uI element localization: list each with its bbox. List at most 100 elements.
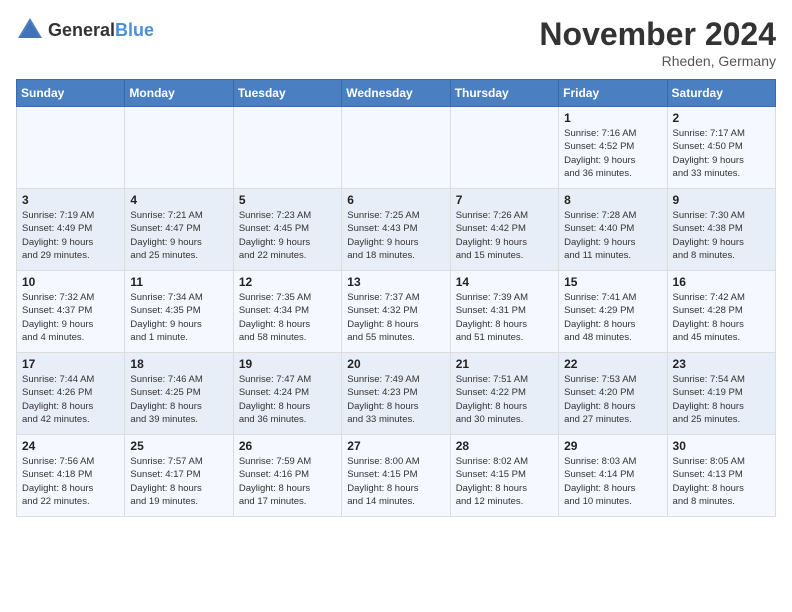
weekday-header: Wednesday <box>342 80 450 107</box>
day-number: 4 <box>130 193 227 207</box>
calendar-day-cell: 12 Sunrise: 7:35 AM Sunset: 4:34 PM Dayli… <box>233 271 341 353</box>
weekday-header: Thursday <box>450 80 558 107</box>
calendar-day-cell <box>125 107 233 189</box>
day-info: Sunrise: 7:21 AM Sunset: 4:47 PM Dayligh… <box>130 209 227 262</box>
day-info: Sunrise: 7:25 AM Sunset: 4:43 PM Dayligh… <box>347 209 444 262</box>
day-info: Sunrise: 7:32 AM Sunset: 4:37 PM Dayligh… <box>22 291 119 344</box>
day-info: Sunrise: 7:35 AM Sunset: 4:34 PM Dayligh… <box>239 291 336 344</box>
calendar-week-row: 17Sunrise: 7:44 AM Sunset: 4:26 PM Dayli… <box>17 353 776 435</box>
calendar-day-cell: 8 Sunrise: 7:28 AM Sunset: 4:40 PM Daylig… <box>559 189 667 271</box>
day-number: 13 <box>347 275 444 289</box>
calendar-day-cell: 5 Sunrise: 7:23 AM Sunset: 4:45 PM Daylig… <box>233 189 341 271</box>
calendar-week-row: 10Sunrise: 7:32 AM Sunset: 4:37 PM Dayli… <box>17 271 776 353</box>
day-number: 14 <box>456 275 553 289</box>
day-info: Sunrise: 7:16 AM Sunset: 4:52 PM Dayligh… <box>564 127 661 180</box>
calendar-day-cell <box>450 107 558 189</box>
day-number: 15 <box>564 275 661 289</box>
day-info: Sunrise: 7:59 AM Sunset: 4:16 PM Dayligh… <box>239 455 336 508</box>
calendar-day-cell: 18 Sunrise: 7:46 AM Sunset: 4:25 PM Dayli… <box>125 353 233 435</box>
calendar-table: SundayMondayTuesdayWednesdayThursdayFrid… <box>16 79 776 517</box>
calendar-day-cell: 21Sunrise: 7:51 AM Sunset: 4:22 PM Dayli… <box>450 353 558 435</box>
logo-icon <box>16 16 44 44</box>
calendar-day-cell: 19Sunrise: 7:47 AM Sunset: 4:24 PM Dayli… <box>233 353 341 435</box>
day-info: Sunrise: 7:26 AM Sunset: 4:42 PM Dayligh… <box>456 209 553 262</box>
calendar-day-cell: 25Sunrise: 7:57 AM Sunset: 4:17 PM Dayli… <box>125 435 233 517</box>
day-number: 17 <box>22 357 119 371</box>
calendar-day-cell: 15Sunrise: 7:41 AM Sunset: 4:29 PM Dayli… <box>559 271 667 353</box>
day-number: 2 <box>673 111 770 125</box>
calendar-day-cell: 3 Sunrise: 7:19 AM Sunset: 4:49 PM Daylig… <box>17 189 125 271</box>
day-info: Sunrise: 8:00 AM Sunset: 4:15 PM Dayligh… <box>347 455 444 508</box>
day-info: Sunrise: 7:49 AM Sunset: 4:23 PM Dayligh… <box>347 373 444 426</box>
calendar-day-cell <box>342 107 450 189</box>
calendar-day-cell: 9Sunrise: 7:30 AM Sunset: 4:38 PM Daylig… <box>667 189 775 271</box>
weekday-header: Sunday <box>17 80 125 107</box>
calendar-day-cell: 14 Sunrise: 7:39 AM Sunset: 4:31 PM Dayli… <box>450 271 558 353</box>
month-year-title: November 2024 <box>539 16 776 53</box>
day-info: Sunrise: 7:42 AM Sunset: 4:28 PM Dayligh… <box>673 291 770 344</box>
day-number: 1 <box>564 111 661 125</box>
day-info: Sunrise: 8:05 AM Sunset: 4:13 PM Dayligh… <box>673 455 770 508</box>
weekday-header: Monday <box>125 80 233 107</box>
day-info: Sunrise: 7:46 AM Sunset: 4:25 PM Dayligh… <box>130 373 227 426</box>
day-info: Sunrise: 7:30 AM Sunset: 4:38 PM Dayligh… <box>673 209 770 262</box>
day-number: 27 <box>347 439 444 453</box>
day-number: 23 <box>673 357 770 371</box>
day-info: Sunrise: 7:19 AM Sunset: 4:49 PM Dayligh… <box>22 209 119 262</box>
weekday-header: Saturday <box>667 80 775 107</box>
day-number: 30 <box>673 439 770 453</box>
day-info: Sunrise: 8:02 AM Sunset: 4:15 PM Dayligh… <box>456 455 553 508</box>
calendar-day-cell: 17Sunrise: 7:44 AM Sunset: 4:26 PM Dayli… <box>17 353 125 435</box>
calendar-day-cell: 30 Sunrise: 8:05 AM Sunset: 4:13 PM Dayli… <box>667 435 775 517</box>
day-number: 16 <box>673 275 770 289</box>
calendar-week-row: 24Sunrise: 7:56 AM Sunset: 4:18 PM Dayli… <box>17 435 776 517</box>
day-info: Sunrise: 7:37 AM Sunset: 4:32 PM Dayligh… <box>347 291 444 344</box>
day-number: 24 <box>22 439 119 453</box>
day-info: Sunrise: 7:28 AM Sunset: 4:40 PM Dayligh… <box>564 209 661 262</box>
logo-blue-text: Blue <box>115 20 154 40</box>
day-info: Sunrise: 7:57 AM Sunset: 4:17 PM Dayligh… <box>130 455 227 508</box>
calendar-day-cell: 24Sunrise: 7:56 AM Sunset: 4:18 PM Dayli… <box>17 435 125 517</box>
calendar-day-cell: 27 Sunrise: 8:00 AM Sunset: 4:15 PM Dayli… <box>342 435 450 517</box>
day-number: 5 <box>239 193 336 207</box>
day-number: 8 <box>564 193 661 207</box>
calendar-day-cell: 26 Sunrise: 7:59 AM Sunset: 4:16 PM Dayli… <box>233 435 341 517</box>
calendar-day-cell <box>233 107 341 189</box>
day-number: 22 <box>564 357 661 371</box>
day-info: Sunrise: 7:47 AM Sunset: 4:24 PM Dayligh… <box>239 373 336 426</box>
day-info: Sunrise: 7:17 AM Sunset: 4:50 PM Dayligh… <box>673 127 770 180</box>
day-number: 6 <box>347 193 444 207</box>
calendar-day-cell: 20 Sunrise: 7:49 AM Sunset: 4:23 PM Dayli… <box>342 353 450 435</box>
weekday-header: Tuesday <box>233 80 341 107</box>
calendar-week-row: 1 Sunrise: 7:16 AM Sunset: 4:52 PM Daylig… <box>17 107 776 189</box>
calendar-day-cell: 10Sunrise: 7:32 AM Sunset: 4:37 PM Dayli… <box>17 271 125 353</box>
day-info: Sunrise: 7:39 AM Sunset: 4:31 PM Dayligh… <box>456 291 553 344</box>
day-number: 3 <box>22 193 119 207</box>
calendar-day-cell: 16 Sunrise: 7:42 AM Sunset: 4:28 PM Dayli… <box>667 271 775 353</box>
day-number: 18 <box>130 357 227 371</box>
calendar-day-cell: 11 Sunrise: 7:34 AM Sunset: 4:35 PM Dayli… <box>125 271 233 353</box>
day-info: Sunrise: 7:23 AM Sunset: 4:45 PM Dayligh… <box>239 209 336 262</box>
logo-general-text: General <box>48 20 115 40</box>
weekday-header: Friday <box>559 80 667 107</box>
day-number: 26 <box>239 439 336 453</box>
page-header: GeneralBlue November 2024 Rheden, German… <box>16 16 776 69</box>
day-number: 29 <box>564 439 661 453</box>
day-number: 11 <box>130 275 227 289</box>
day-info: Sunrise: 8:03 AM Sunset: 4:14 PM Dayligh… <box>564 455 661 508</box>
calendar-day-cell: 28Sunrise: 8:02 AM Sunset: 4:15 PM Dayli… <box>450 435 558 517</box>
calendar-day-cell: 4 Sunrise: 7:21 AM Sunset: 4:47 PM Daylig… <box>125 189 233 271</box>
calendar-header: SundayMondayTuesdayWednesdayThursdayFrid… <box>17 80 776 107</box>
day-info: Sunrise: 7:34 AM Sunset: 4:35 PM Dayligh… <box>130 291 227 344</box>
day-number: 12 <box>239 275 336 289</box>
calendar-week-row: 3 Sunrise: 7:19 AM Sunset: 4:49 PM Daylig… <box>17 189 776 271</box>
calendar-day-cell: 23 Sunrise: 7:54 AM Sunset: 4:19 PM Dayli… <box>667 353 775 435</box>
location-subtitle: Rheden, Germany <box>539 53 776 69</box>
calendar-day-cell: 22Sunrise: 7:53 AM Sunset: 4:20 PM Dayli… <box>559 353 667 435</box>
calendar-day-cell: 1 Sunrise: 7:16 AM Sunset: 4:52 PM Daylig… <box>559 107 667 189</box>
calendar-day-cell: 29 Sunrise: 8:03 AM Sunset: 4:14 PM Dayli… <box>559 435 667 517</box>
weekday-header-row: SundayMondayTuesdayWednesdayThursdayFrid… <box>17 80 776 107</box>
day-info: Sunrise: 7:54 AM Sunset: 4:19 PM Dayligh… <box>673 373 770 426</box>
calendar-day-cell: 7Sunrise: 7:26 AM Sunset: 4:42 PM Daylig… <box>450 189 558 271</box>
day-number: 20 <box>347 357 444 371</box>
